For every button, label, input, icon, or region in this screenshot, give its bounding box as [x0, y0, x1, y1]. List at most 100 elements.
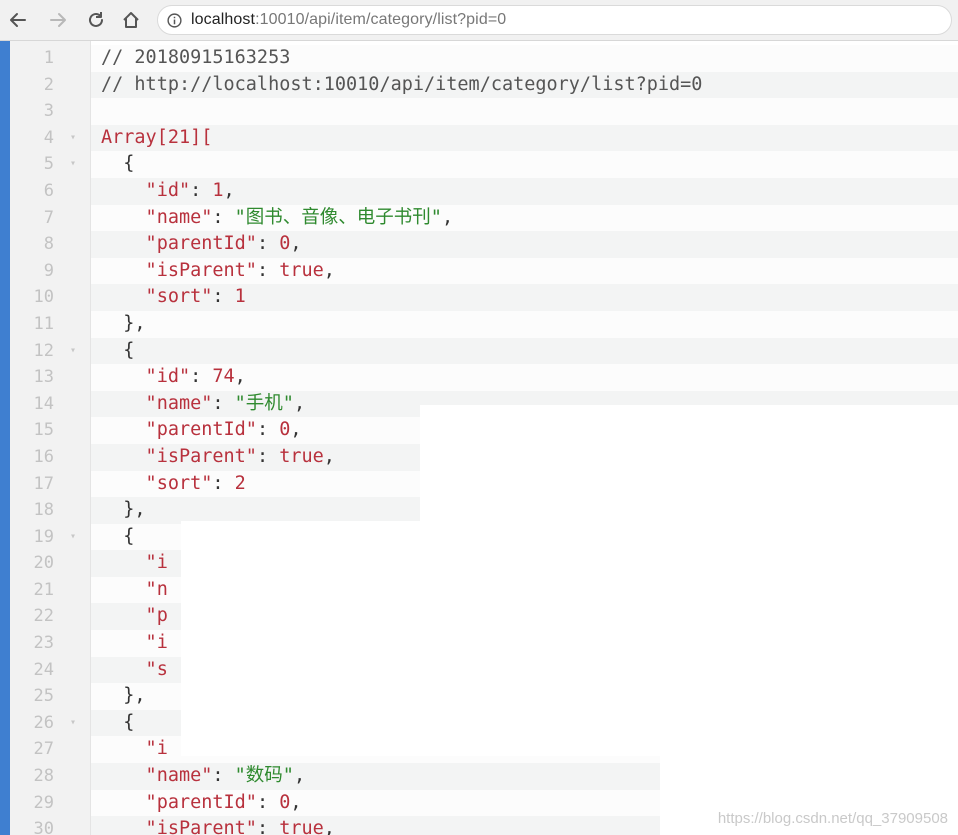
token-key: "i	[101, 738, 168, 760]
token-punct: :	[256, 445, 280, 467]
code-line: 5 ▾ {	[10, 151, 958, 178]
line-number: 22	[33, 606, 54, 627]
occlusion-block	[420, 405, 958, 521]
url-host: localhost	[191, 11, 256, 28]
code-text: "parentId": 0,	[101, 231, 302, 258]
token-punct: ,	[323, 818, 335, 835]
code-line: 6 "id": 1,	[10, 177, 958, 205]
token-key: "parentId"	[101, 419, 257, 441]
token-str: "图书、音像、电子书刊"	[234, 206, 442, 228]
token-num: 1	[234, 286, 246, 308]
fold-toggle-icon[interactable]: ▾	[66, 125, 80, 152]
token-key: "isParent"	[101, 259, 257, 281]
line-number: 9	[43, 260, 54, 281]
token-key: "id"	[101, 179, 191, 201]
token-punct: :	[212, 392, 235, 414]
token-punct: :	[190, 179, 213, 201]
token-str: "手机"	[234, 392, 294, 414]
code-text: {	[101, 710, 134, 737]
line-number: 6	[43, 180, 54, 201]
forward-arrow-icon	[48, 10, 68, 30]
code-text: {	[101, 151, 134, 178]
line-number: 2	[43, 74, 54, 95]
token-punct: :	[190, 366, 213, 388]
code-line: 4 ▾ Array[21][	[10, 124, 958, 152]
token-punct: {	[101, 339, 135, 361]
address-bar[interactable]: localhost:10010/api/item/category/list?p…	[157, 5, 952, 35]
line-number: 27	[33, 739, 54, 760]
token-punct: ,	[323, 445, 335, 467]
home-button[interactable]	[117, 6, 145, 34]
line-number: 19	[33, 526, 54, 547]
forward-button[interactable]	[44, 6, 72, 34]
code-text: "i	[101, 736, 168, 763]
url-path: :10010/api/item/category/list?pid=0	[255, 11, 507, 28]
token-key: "p	[101, 605, 168, 627]
code-text: "i	[101, 550, 168, 577]
token-bool: true	[279, 445, 324, 467]
line-number: 30	[33, 819, 54, 835]
token-punct: :	[256, 818, 280, 835]
json-viewer: 1 // 20180915163253 2 // http://localhost:1…	[0, 41, 958, 835]
code-text: "i	[101, 630, 168, 657]
url-text: localhost:10010/api/item/category/list?p…	[191, 11, 506, 29]
token-punct: ,	[441, 206, 454, 228]
code-line: 11 },	[10, 310, 958, 338]
token-punct: ,	[223, 179, 235, 201]
code-text: "id": 74,	[101, 364, 246, 391]
token-comment: // http://localhost:10010/api/item/categ…	[101, 73, 703, 95]
code-text: "s	[101, 657, 168, 684]
token-punct: },	[101, 499, 146, 521]
line-number: 16	[33, 446, 54, 467]
token-punct: :	[256, 233, 280, 255]
code-text: },	[101, 497, 146, 524]
code-text: {	[101, 524, 134, 551]
token-punct: ,	[293, 392, 306, 414]
token-punct: :	[256, 791, 280, 813]
token-key: "parentId"	[101, 233, 257, 255]
token-key: "name"	[101, 392, 213, 414]
token-type: [21][	[156, 126, 213, 148]
token-num: 0	[279, 419, 291, 441]
token-num: 2	[234, 472, 246, 494]
code-text: "name": "数码",	[101, 763, 306, 790]
code-line-background	[91, 124, 958, 152]
code-line-background	[91, 98, 958, 125]
code-text: "p	[101, 603, 168, 630]
code-text: "sort": 1	[101, 284, 246, 311]
browser-toolbar: localhost:10010/api/item/category/list?p…	[0, 0, 958, 41]
info-icon[interactable]	[167, 13, 182, 28]
code-text: "name": "图书、音像、电子书刊",	[101, 205, 454, 232]
reload-button[interactable]	[82, 6, 110, 34]
code-text: "sort": 2	[101, 471, 246, 498]
token-comment: // 20180915163253	[101, 47, 291, 68]
token-punct: ,	[290, 419, 302, 441]
code-line: 1 // 20180915163253	[10, 45, 958, 72]
token-num: 74	[212, 366, 235, 388]
token-key: "sort"	[101, 286, 213, 308]
token-type: Array	[101, 126, 157, 148]
token-punct: ,	[290, 233, 302, 255]
line-number: 29	[33, 792, 54, 813]
token-punct: ,	[293, 765, 306, 787]
token-punct: ,	[290, 791, 302, 813]
token-punct: :	[256, 259, 280, 281]
line-number: 26	[33, 712, 54, 733]
fold-toggle-icon[interactable]: ▾	[66, 338, 80, 365]
fold-toggle-icon[interactable]: ▾	[66, 710, 80, 737]
line-number: 10	[33, 287, 54, 308]
token-key: "i	[101, 632, 168, 654]
code-text: "name": "手机",	[101, 391, 306, 418]
code-text: Array[21][	[101, 125, 212, 152]
token-punct: :	[212, 472, 235, 494]
line-number: 13	[33, 367, 54, 388]
accent-bar	[0, 41, 10, 835]
token-num: 0	[279, 791, 291, 813]
back-button[interactable]	[4, 6, 32, 34]
line-number: 11	[33, 313, 54, 334]
line-number: 5	[43, 154, 54, 175]
code-line: 2 // http://localhost:10010/api/item/cate…	[10, 71, 958, 99]
fold-toggle-icon[interactable]: ▾	[66, 524, 80, 551]
fold-toggle-icon[interactable]: ▾	[66, 151, 80, 178]
line-number: 20	[33, 553, 54, 574]
